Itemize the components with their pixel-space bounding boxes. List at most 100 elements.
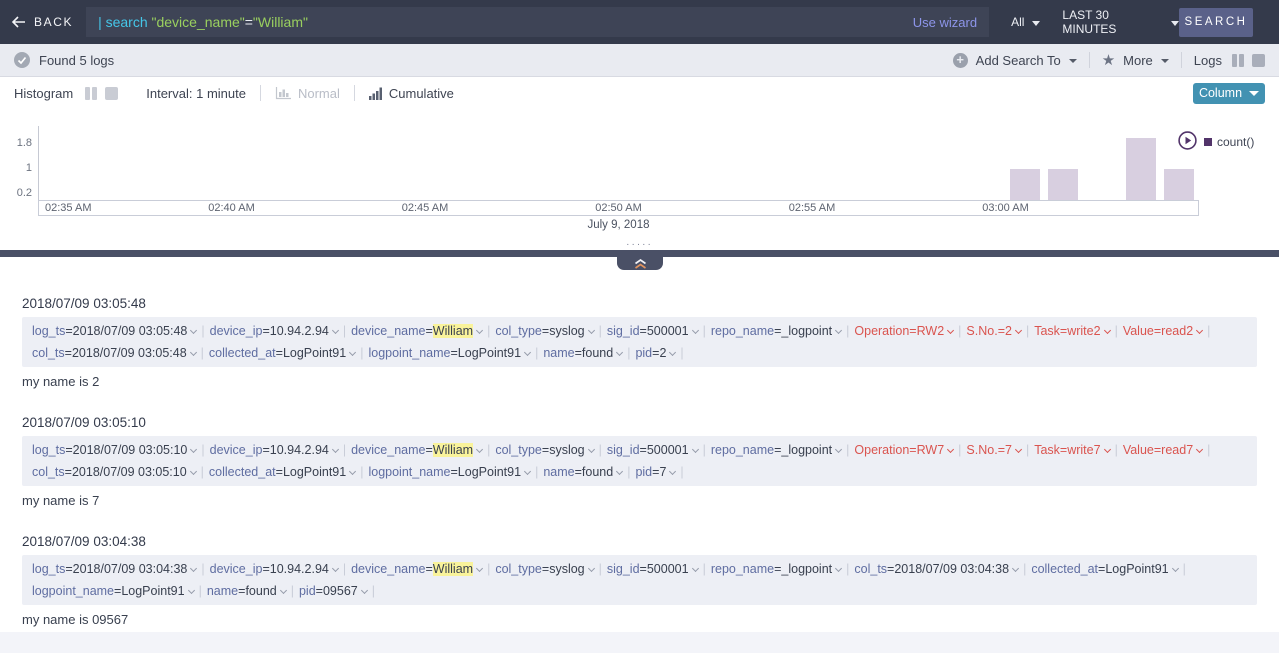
log-field-chip[interactable]: collected_at=LogPoint91	[1031, 562, 1177, 576]
log-field-chip[interactable]: repo_name=_logpoint	[711, 562, 841, 576]
log-field-chip[interactable]: col_ts=2018/07/09 03:05:10	[32, 465, 196, 479]
log-field-chip[interactable]: logpoint_name=LogPoint91	[368, 465, 530, 479]
field-separator: |	[958, 443, 961, 457]
chevron-down-icon	[1249, 91, 1259, 96]
field-separator: |	[535, 465, 538, 479]
log-field-chip[interactable]: Operation=RW2	[854, 324, 953, 338]
query-segment: | search	[98, 14, 151, 30]
log-field-chip[interactable]: Operation=RW7	[854, 443, 953, 457]
chevron-down-icon	[692, 565, 699, 572]
chevron-down-icon	[190, 565, 197, 572]
chevron-down-icon	[588, 565, 595, 572]
time-range-value: LAST 30 MINUTES	[1062, 8, 1163, 36]
full-view-icon[interactable]	[105, 87, 118, 100]
repo-scope-dropdown[interactable]: All	[1011, 15, 1040, 29]
divider	[1089, 52, 1090, 68]
log-field-chip[interactable]: device_ip=10.94.2.94	[210, 324, 338, 338]
log-field-chip[interactable]: logpoint_name=LogPoint91	[368, 346, 530, 360]
chevron-down-icon	[947, 327, 954, 334]
log-field-row: logpoint_name=LogPoint91 | name=found | pid=…	[32, 580, 1247, 602]
search-query-input[interactable]: | search "device_name"="William" Use wiz…	[86, 7, 989, 37]
field-separator: |	[201, 465, 204, 479]
log-field-chip[interactable]: repo_name=_logpoint	[711, 324, 841, 338]
chevron-down-icon	[692, 446, 699, 453]
add-search-to-dropdown[interactable]: + Add Search To	[953, 53, 1077, 68]
search-query-text: | search "device_name"="William"	[98, 14, 308, 30]
log-field-chip[interactable]: device_name=William	[351, 324, 482, 338]
log-field-chip[interactable]: col_type=syslog	[495, 443, 593, 457]
x-axis-tick: 02:55 AM	[789, 202, 835, 214]
field-separator: |	[372, 584, 375, 598]
field-separator: |	[599, 443, 602, 457]
log-field-chip[interactable]: sig_id=500001	[607, 324, 698, 338]
found-logs-status: Found 5 logs	[14, 52, 114, 68]
log-field-chip[interactable]: collected_at=LogPoint91	[209, 346, 355, 360]
field-separator: |	[846, 324, 849, 338]
log-field-chip[interactable]: pid=7	[635, 465, 675, 479]
log-field-chip[interactable]: S.No.=7	[966, 443, 1021, 457]
log-field-chip[interactable]: collected_at=LogPoint91	[209, 465, 355, 479]
log-field-chip[interactable]: device_name=William	[351, 443, 482, 457]
split-columns-view-icon[interactable]	[85, 87, 97, 100]
log-field-chip[interactable]: pid=2	[635, 346, 675, 360]
time-range-dropdown[interactable]: LAST 30 MINUTES	[1062, 8, 1179, 36]
log-field-chip[interactable]: sig_id=500001	[607, 562, 698, 576]
drag-handle-dots[interactable]: ·····	[0, 240, 1279, 250]
log-field-chip[interactable]: col_type=syslog	[495, 324, 593, 338]
column-chart-type-button[interactable]: Column	[1193, 83, 1265, 104]
full-view-icon[interactable]	[1252, 54, 1265, 67]
field-separator: |	[627, 346, 630, 360]
split-columns-view-icon[interactable]	[1232, 54, 1244, 67]
log-field-chip[interactable]: name=found	[543, 465, 622, 479]
field-separator: |	[703, 324, 706, 338]
log-field-chip[interactable]: Task=write2	[1034, 324, 1109, 338]
log-field-chip[interactable]: S.No.=2	[966, 324, 1021, 338]
log-field-chip[interactable]: log_ts=2018/07/09 03:05:10	[32, 443, 196, 457]
play-button[interactable]	[1178, 131, 1197, 150]
log-field-chip[interactable]: col_ts=2018/07/09 03:05:48	[32, 346, 196, 360]
log-field-chip[interactable]: col_ts=2018/07/09 03:04:38	[854, 562, 1018, 576]
x-axis-tick: 02:35 AM	[45, 202, 91, 214]
histogram-bar[interactable]	[1048, 169, 1078, 200]
search-button[interactable]: SEARCH	[1179, 8, 1253, 37]
normal-mode-toggle[interactable]: Normal	[275, 86, 340, 101]
field-separator: |	[958, 324, 961, 338]
histogram-bar[interactable]	[1164, 169, 1194, 200]
chevron-down-icon	[190, 468, 197, 475]
log-field-chip[interactable]: device_ip=10.94.2.94	[210, 562, 338, 576]
chevron-down-icon	[524, 468, 531, 475]
log-field-chip[interactable]: device_ip=10.94.2.94	[210, 443, 338, 457]
log-field-chip[interactable]: name=found	[543, 346, 622, 360]
log-field-chip[interactable]: Task=write7	[1034, 443, 1109, 457]
chevron-down-icon	[190, 446, 197, 453]
chevron-down-icon	[1012, 565, 1019, 572]
chevron-down-icon	[1069, 59, 1077, 63]
more-dropdown[interactable]: ★ More	[1102, 53, 1169, 68]
histogram-bar[interactable]	[1010, 169, 1040, 200]
log-field-chip[interactable]: name=found	[207, 584, 286, 598]
x-axis-tick: 03:00 AM	[982, 202, 1028, 214]
use-wizard-link[interactable]: Use wizard	[913, 15, 977, 30]
histogram-bar[interactable]	[1126, 138, 1156, 201]
log-field-chip[interactable]: logpoint_name=LogPoint91	[32, 584, 194, 598]
x-axis-tick: 02:45 AM	[402, 202, 448, 214]
field-separator: |	[291, 584, 294, 598]
log-field-chip[interactable]: log_ts=2018/07/09 03:05:48	[32, 324, 196, 338]
log-field-chip[interactable]: col_type=syslog	[495, 562, 593, 576]
log-field-chip[interactable]: Value=read7	[1123, 443, 1202, 457]
log-field-chip[interactable]: pid=09567	[299, 584, 367, 598]
field-separator: |	[360, 346, 363, 360]
log-field-chip[interactable]: repo_name=_logpoint	[711, 443, 841, 457]
log-field-chip[interactable]: log_ts=2018/07/09 03:04:38	[32, 562, 196, 576]
log-field-chip[interactable]: sig_id=500001	[607, 443, 698, 457]
log-field-chip[interactable]: device_name=William	[351, 562, 482, 576]
field-separator: |	[201, 346, 204, 360]
y-axis-tick: 1.8	[4, 137, 32, 149]
cumulative-mode-toggle[interactable]: Cumulative	[369, 86, 454, 101]
chevron-down-icon	[476, 565, 483, 572]
log-entry: 2018/07/09 03:05:10log_ts=2018/07/09 03:…	[22, 415, 1257, 508]
field-separator: |	[535, 346, 538, 360]
log-field-chip[interactable]: Value=read2	[1123, 324, 1202, 338]
chevron-down-icon	[188, 587, 195, 594]
back-button[interactable]: BACK	[0, 15, 86, 29]
